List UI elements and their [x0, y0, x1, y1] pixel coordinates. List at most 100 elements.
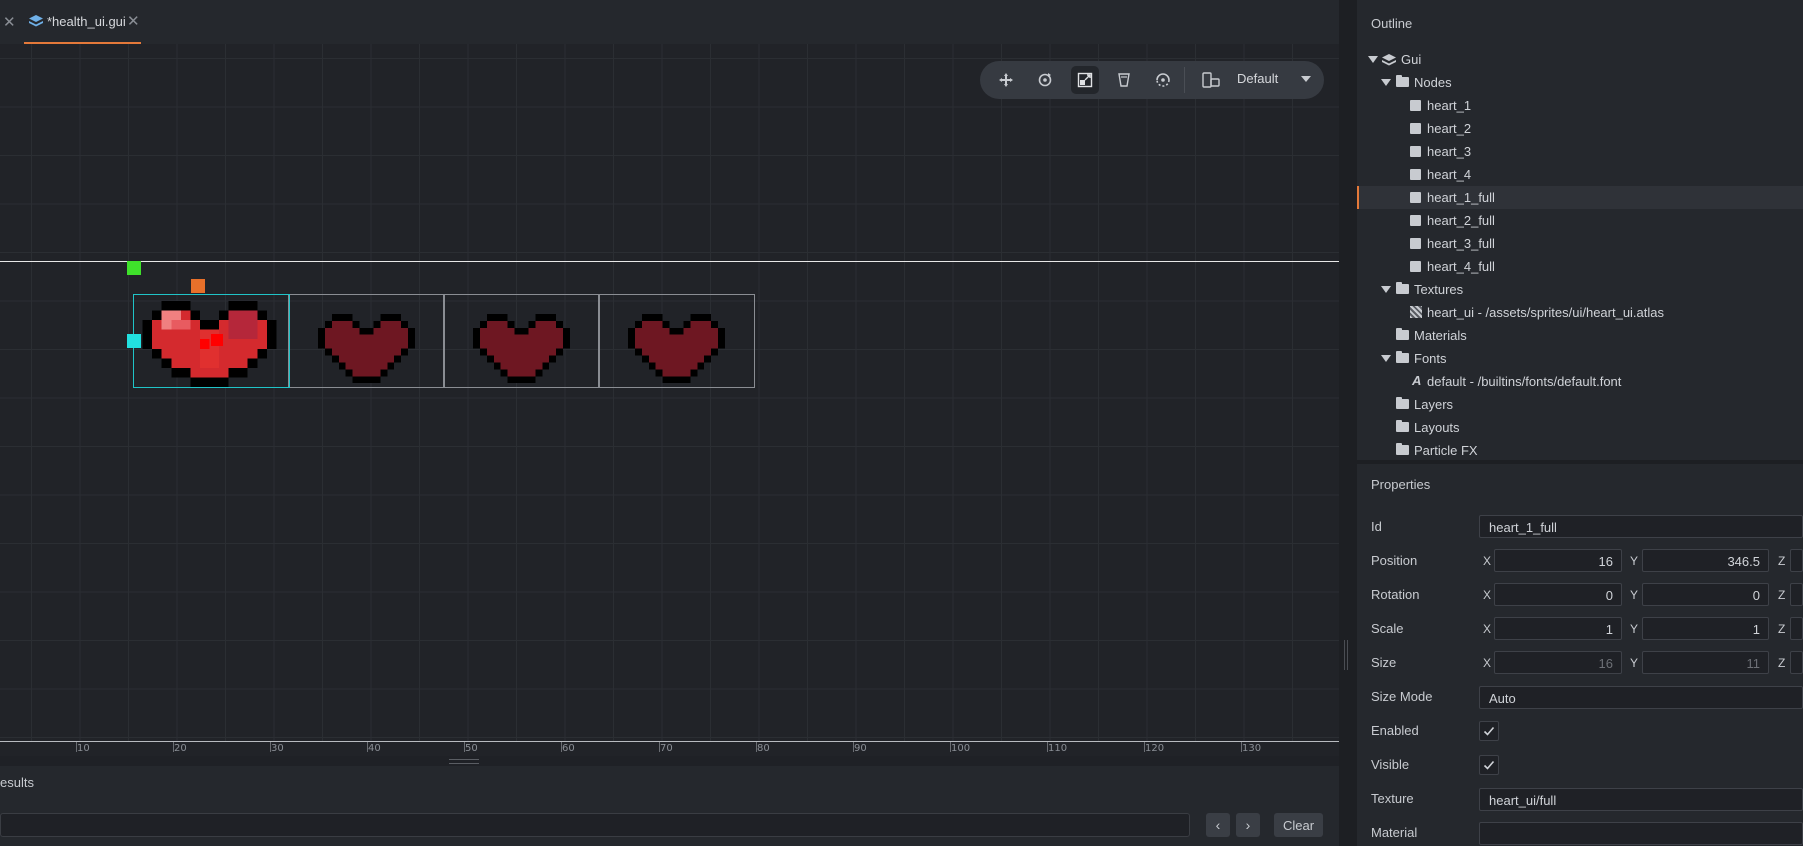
move-tool-button[interactable]: [992, 66, 1020, 94]
position-z-field[interactable]: [1790, 549, 1803, 572]
prop-label-size-mode: Size Mode: [1371, 689, 1433, 704]
layout-select[interactable]: Default: [1237, 71, 1278, 86]
ruler-tick-label: 80: [757, 743, 770, 754]
chevron-down-icon[interactable]: [1381, 286, 1391, 293]
ruler-tick-label: 30: [271, 743, 284, 754]
prop-label-visible: Visible: [1371, 757, 1410, 772]
tree-label: Gui: [1401, 52, 1422, 67]
id-field[interactable]: heart_1_full: [1479, 515, 1803, 538]
folder-icon: [1396, 443, 1409, 455]
panel-divider: [1357, 460, 1803, 464]
heart-empty-sprite: [318, 313, 415, 384]
outline-item-heart-4[interactable]: heart_4: [1357, 163, 1803, 186]
outline-item-particle-fx[interactable]: Particle FX: [1357, 439, 1803, 462]
heart-full-sprite[interactable]: [142, 301, 277, 387]
outline-item-default-font[interactable]: A default - /builtins/fonts/default.font: [1357, 370, 1803, 393]
position-y-value: 346.5: [1727, 554, 1760, 569]
vertical-splitter[interactable]: [1339, 0, 1359, 846]
material-select[interactable]: [1479, 822, 1803, 845]
heart-empty-sprite: [628, 313, 725, 384]
outline-item-gui[interactable]: Gui: [1357, 48, 1803, 71]
tree-label: Layouts: [1414, 420, 1460, 435]
ruler-tick-label: 120: [1145, 743, 1165, 754]
splitter-grip[interactable]: [1344, 640, 1348, 670]
chevron-down-icon[interactable]: [1381, 355, 1391, 362]
axis-x-label: X: [1483, 554, 1492, 568]
pivot-tool-button[interactable]: [1149, 66, 1177, 94]
scale-x-field[interactable]: 1: [1494, 617, 1622, 640]
rotation-y-value: 0: [1752, 588, 1760, 603]
clear-button[interactable]: Clear: [1274, 813, 1323, 837]
axis-y-label: Y: [1630, 588, 1639, 602]
chevron-down-icon[interactable]: [1381, 79, 1391, 86]
rotation-z-field[interactable]: [1790, 583, 1803, 606]
results-search-input[interactable]: [0, 813, 1190, 837]
box-node-icon: [1410, 146, 1421, 157]
prop-label-position: Position: [1371, 553, 1418, 568]
font-icon: A: [1412, 373, 1422, 388]
ruler-tick-label: 90: [854, 743, 867, 754]
box-node-icon: [1410, 215, 1421, 226]
rotation-x-value: 0: [1605, 588, 1613, 603]
folder-icon: [1396, 282, 1409, 294]
tree-label: Layers: [1414, 397, 1454, 412]
prop-label-material: Material: [1371, 825, 1418, 840]
size-mode-select[interactable]: Auto: [1479, 686, 1803, 709]
outline-item-textures[interactable]: Textures: [1357, 278, 1803, 301]
rotate-tool-button[interactable]: [1031, 66, 1059, 94]
pivot-handle[interactable]: [211, 334, 223, 346]
scale-z-field[interactable]: [1790, 617, 1803, 640]
enabled-checkbox[interactable]: [1479, 721, 1499, 741]
outline-item-fonts[interactable]: Fonts: [1357, 347, 1803, 370]
device-icon[interactable]: [1202, 71, 1220, 89]
previous-result-button[interactable]: ‹: [1206, 813, 1230, 837]
rotation-y-field[interactable]: 0: [1642, 583, 1769, 606]
resize-tool-button[interactable]: [1110, 66, 1138, 94]
close-icon[interactable]: ✕: [3, 13, 16, 31]
scale-y-field[interactable]: 1: [1642, 617, 1769, 640]
scale-handle-xy[interactable]: [191, 279, 205, 293]
chevron-down-icon[interactable]: [1301, 76, 1311, 82]
tab-bar: ✕ *health_ui.gui ✕: [0, 0, 1339, 44]
outline-item-heart-2[interactable]: heart_2: [1357, 117, 1803, 140]
ruler-tick-label: 20: [174, 743, 187, 754]
size-z-field: [1790, 651, 1803, 674]
scene-viewport[interactable]: Default: [0, 44, 1339, 741]
scale-handle-x[interactable]: [127, 334, 141, 348]
prop-label-enabled: Enabled: [1371, 723, 1419, 738]
tree-label: heart_2_full: [1427, 213, 1495, 228]
outline-item-layers[interactable]: Layers: [1357, 393, 1803, 416]
chevron-down-icon[interactable]: [1368, 56, 1378, 63]
outline-item-heart-3[interactable]: heart_3: [1357, 140, 1803, 163]
axis-z-label: Z: [1778, 554, 1786, 568]
texture-select[interactable]: heart_ui/full: [1479, 788, 1803, 811]
outline-item-heart-ui-atlas[interactable]: heart_ui - /assets/sprites/ui/heart_ui.a…: [1357, 301, 1803, 324]
outline-item-nodes[interactable]: Nodes: [1357, 71, 1803, 94]
size-x-value: 16: [1598, 656, 1613, 671]
outline-item-heart-3-full[interactable]: heart_3_full: [1357, 232, 1803, 255]
panel-splitter-handle[interactable]: [449, 759, 479, 764]
position-x-field[interactable]: 16: [1494, 549, 1622, 572]
close-icon[interactable]: ✕: [127, 12, 140, 30]
outline-item-heart-4-full[interactable]: heart_4_full: [1357, 255, 1803, 278]
heart-empty-sprite: [473, 313, 570, 384]
tab-health-ui-gui[interactable]: *health_ui.gui ✕: [24, 0, 141, 44]
results-title: esults: [0, 775, 34, 790]
outline-item-materials[interactable]: Materials: [1357, 324, 1803, 347]
axis-y-label: Y: [1630, 554, 1639, 568]
visible-checkbox[interactable]: [1479, 755, 1499, 775]
resize-icon: [1118, 73, 1130, 87]
scale-icon: [1077, 72, 1093, 88]
tree-label: default - /builtins/fonts/default.font: [1427, 374, 1622, 389]
scale-tool-button[interactable]: [1071, 66, 1099, 94]
outline-item-heart-1-full[interactable]: heart_1_full: [1357, 186, 1803, 209]
outline-item-heart-1[interactable]: heart_1: [1357, 94, 1803, 117]
next-result-button[interactable]: ›: [1236, 813, 1260, 837]
outline-item-layouts[interactable]: Layouts: [1357, 416, 1803, 439]
rotation-x-field[interactable]: 0: [1494, 583, 1622, 606]
position-y-field[interactable]: 346.5: [1642, 549, 1769, 572]
folder-icon: [1396, 397, 1409, 409]
scale-handle-y[interactable]: [127, 261, 141, 275]
outline-item-heart-2-full[interactable]: heart_2_full: [1357, 209, 1803, 232]
prop-label-id: Id: [1371, 519, 1382, 534]
